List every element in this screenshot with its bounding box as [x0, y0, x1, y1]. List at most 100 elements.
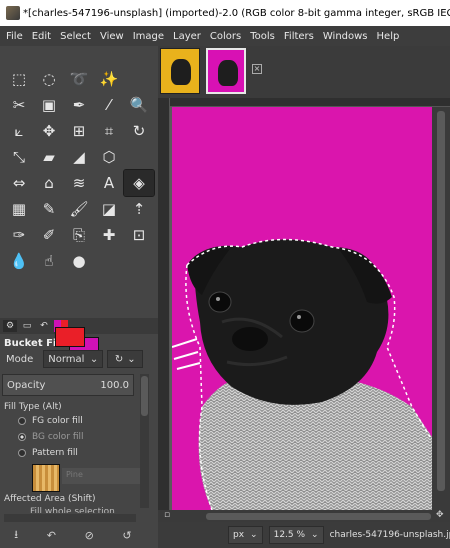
- dodge-burn-icon[interactable]: ●: [64, 248, 94, 274]
- color-picker-icon[interactable]: ⁄: [94, 92, 124, 118]
- toolbox: ⬚◌➰✨✂▣✒⁄🔍⟀✥⊞⌗↻⤡▰◢⬡⇔⌂≋A◈▦✎🖌◪⇡✑✐⎘✚⊡💧☝● ⮂ ◧…: [0, 46, 158, 548]
- tool-options-scrollbar[interactable]: [140, 374, 149, 508]
- menu-file[interactable]: File: [6, 31, 23, 42]
- measure-icon[interactable]: ⟀: [4, 118, 34, 144]
- fuzzy-select-icon[interactable]: ✨: [94, 66, 124, 92]
- tab-undo-history[interactable]: ↶: [37, 320, 51, 332]
- scrollbar-thumb[interactable]: [206, 513, 431, 520]
- unit-select[interactable]: px ⌄: [228, 526, 263, 544]
- menu-layer[interactable]: Layer: [173, 31, 201, 42]
- fill-option-bg[interactable]: BG color fill: [18, 432, 84, 442]
- flip-icon[interactable]: ⇔: [4, 170, 34, 196]
- dog-nose: [232, 327, 268, 351]
- tool-options-hscrollbar[interactable]: [4, 514, 136, 522]
- image-tab-2[interactable]: [206, 48, 246, 94]
- rect-select-icon[interactable]: ⬚: [4, 66, 34, 92]
- 3d-transform-icon[interactable]: ⬡: [94, 144, 124, 170]
- align-icon[interactable]: ⊞: [64, 118, 94, 144]
- eraser-icon[interactable]: ◪: [94, 196, 124, 222]
- foreground-select-icon[interactable]: ▣: [34, 92, 64, 118]
- dog-eye-left: [208, 291, 232, 313]
- scrollbar-thumb[interactable]: [141, 376, 148, 416]
- zoom-icon[interactable]: 🔍: [124, 92, 154, 118]
- delete-options-icon[interactable]: ⊘: [85, 529, 94, 542]
- radio-fg[interactable]: [18, 417, 26, 425]
- radio-bg[interactable]: [18, 433, 26, 441]
- canvas-hscrollbar[interactable]: ▫ ✥: [158, 510, 450, 522]
- mode-label: Mode: [6, 353, 34, 365]
- smudge-icon[interactable]: ☝: [34, 248, 64, 274]
- radio-pattern[interactable]: [18, 449, 26, 457]
- eye-highlight: [297, 315, 301, 319]
- menu-windows[interactable]: Windows: [323, 31, 368, 42]
- tab-device-status[interactable]: ▭: [20, 320, 34, 332]
- fill-option-fg[interactable]: FG color fill: [18, 416, 83, 426]
- mypaint-brush-icon[interactable]: ✐: [34, 222, 64, 248]
- gradient-icon[interactable]: ▦: [4, 196, 34, 222]
- canvas-area[interactable]: [170, 107, 432, 510]
- free-select-icon[interactable]: ➰: [64, 66, 94, 92]
- fill-whole-selection-option[interactable]: Fill whole selection: [30, 507, 115, 513]
- perspective-clone-icon[interactable]: ⊡: [124, 222, 154, 248]
- mode-row: Mode Normal ⌄ ↻ ⌄: [2, 349, 152, 369]
- tab-tool-options[interactable]: ⚙: [3, 320, 17, 332]
- close-tab-icon[interactable]: ×: [252, 64, 262, 74]
- mode-reset-select[interactable]: ↻ ⌄: [107, 350, 144, 368]
- vertical-ruler[interactable]: [158, 98, 170, 510]
- cage-icon[interactable]: ⌂: [34, 170, 64, 196]
- fill-option-label: FG color fill: [32, 416, 83, 426]
- pattern-preview[interactable]: [32, 464, 60, 492]
- scrollbar-thumb[interactable]: [437, 111, 445, 491]
- reset-options-icon[interactable]: ↺: [122, 529, 131, 542]
- image-canvas[interactable]: [172, 107, 432, 510]
- blur-icon[interactable]: 💧: [4, 248, 34, 274]
- foreground-color-swatch[interactable]: [55, 327, 85, 347]
- rotate-icon[interactable]: ↻: [124, 118, 154, 144]
- paintbrush-icon[interactable]: 🖌: [64, 196, 94, 222]
- image-tab-1[interactable]: [160, 48, 200, 94]
- mode-select[interactable]: Normal ⌄: [43, 350, 104, 368]
- save-options-icon[interactable]: ⭳: [14, 526, 18, 545]
- menu-help[interactable]: Help: [377, 31, 400, 42]
- ink-icon[interactable]: ✑: [4, 222, 34, 248]
- menu-colors[interactable]: Colors: [210, 31, 241, 42]
- menu-image[interactable]: Image: [133, 31, 164, 42]
- opacity-slider[interactable]: Opacity 100.0: [2, 374, 134, 396]
- opacity-value: 100.0: [100, 379, 129, 391]
- text-icon[interactable]: A: [94, 170, 124, 196]
- crop-icon[interactable]: ⌗: [94, 118, 124, 144]
- dog-thumbnail: [218, 60, 238, 86]
- navigate-icon[interactable]: ✥: [436, 510, 444, 520]
- bucket-fill-icon[interactable]: ◈: [123, 169, 155, 197]
- dog-thumbnail: [171, 59, 191, 85]
- restore-options-icon[interactable]: ↶: [47, 529, 56, 542]
- menu-select[interactable]: Select: [60, 31, 91, 42]
- scissors-icon[interactable]: ✂: [4, 92, 34, 118]
- warp-icon[interactable]: ≋: [64, 170, 94, 196]
- shear-icon[interactable]: ▰: [34, 144, 64, 170]
- move-icon[interactable]: ✥: [34, 118, 64, 144]
- scale-icon[interactable]: ⤡: [4, 144, 34, 170]
- pencil-icon[interactable]: ✎: [34, 196, 64, 222]
- tool-slot-empty: [94, 248, 124, 274]
- unit-value: px: [233, 530, 245, 540]
- menu-filters[interactable]: Filters: [284, 31, 314, 42]
- clone-icon[interactable]: ⎘: [64, 222, 94, 248]
- tool-grid: ⬚ ◌ ➰ ✨ ✂ ▣ ✒ ⁄ 🔍 ⟀ ✥ ⊞ ⌗ ↻ ⤡ ▰ ◢ ⬡ ⇔ ⌂ ≋ A ◈ ▦ ✎ 🖌 ◪ ⇡ ✑ ✐ ⎘ ✚ ⊡ 💧 ☝ ●: [4, 66, 155, 274]
- zoom-select[interactable]: 12.5 % ⌄: [268, 526, 324, 544]
- airbrush-icon[interactable]: ⇡: [124, 196, 154, 222]
- heal-icon[interactable]: ✚: [94, 222, 124, 248]
- menu-view[interactable]: View: [100, 31, 124, 42]
- horizontal-ruler[interactable]: [170, 98, 450, 107]
- menu-tools[interactable]: Tools: [250, 31, 275, 42]
- quick-mask-icon[interactable]: ▫: [164, 510, 170, 520]
- window-titlebar: *[charles-547196-unsplash] (imported)-2.…: [0, 0, 450, 26]
- canvas-vscrollbar[interactable]: [432, 107, 450, 510]
- paths-icon[interactable]: ✒: [64, 92, 94, 118]
- perspective-icon[interactable]: ◢: [64, 144, 94, 170]
- tool-slot-empty: [124, 66, 154, 92]
- menu-edit[interactable]: Edit: [32, 31, 51, 42]
- opacity-label: Opacity: [7, 379, 46, 391]
- fill-option-pattern[interactable]: Pattern fill: [18, 448, 78, 458]
- ellipse-select-icon[interactable]: ◌: [34, 66, 64, 92]
